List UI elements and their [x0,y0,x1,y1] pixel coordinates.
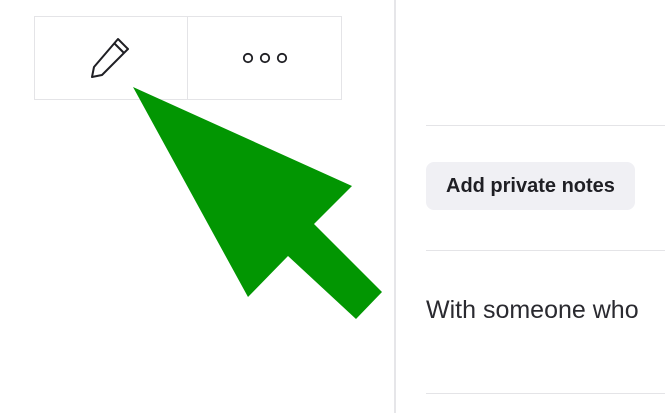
arrow-shape [133,87,382,319]
page: Add private notes With someone who [0,0,665,413]
pencil-icon [88,35,134,81]
edit-button[interactable] [34,16,188,100]
shared-with-text: With someone who [426,296,639,324]
section-divider [426,125,665,126]
more-horizontal-icon [242,51,288,65]
panel-divider [394,0,396,413]
section-divider [426,250,665,251]
action-toolbar [34,16,342,100]
details-panel: Add private notes With someone who [426,0,665,413]
more-options-button[interactable] [188,16,342,100]
section-divider [426,393,665,394]
add-private-notes-button[interactable]: Add private notes [426,162,635,210]
